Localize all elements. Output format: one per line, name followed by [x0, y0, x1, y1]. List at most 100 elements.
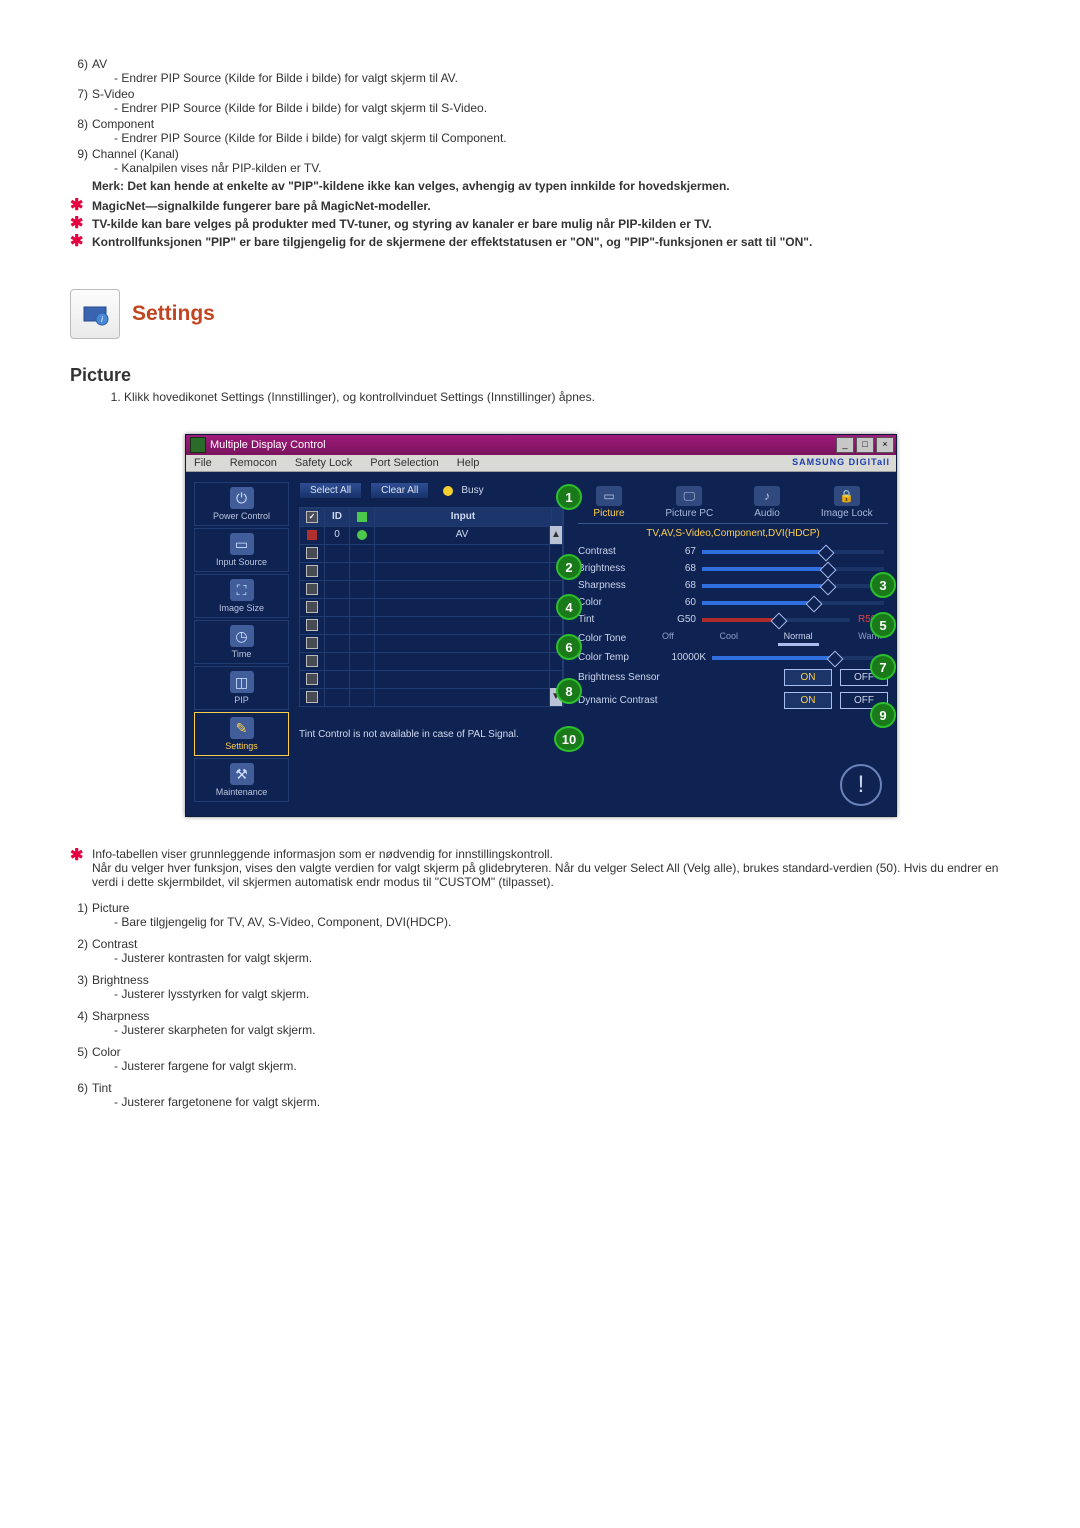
- sidebar-item-power[interactable]: ⏻ Power Control: [194, 482, 289, 526]
- item-label: Brightness: [92, 973, 149, 987]
- merk-note: Merk: Det kan hende at enkelte av "PIP"-…: [92, 179, 1010, 193]
- list-item: 4) Sharpness - Justerer skarpheten for v…: [70, 1009, 1010, 1037]
- scrollbar[interactable]: [552, 508, 563, 527]
- center-panel: Select All Clear All Busy ✓ ID Input: [289, 482, 574, 802]
- ct-normal[interactable]: Normal: [778, 631, 819, 646]
- star-note: ✱ TV-kilde kan bare velges på produkter …: [92, 217, 1010, 231]
- tint-slider[interactable]: [702, 618, 850, 622]
- dcontrast-on-button[interactable]: ON: [784, 692, 832, 709]
- row-check[interactable]: [300, 652, 325, 671]
- maximize-button[interactable]: □: [856, 437, 874, 453]
- tab-audio[interactable]: ♪ Audio: [754, 486, 780, 519]
- item-label: AV: [92, 57, 107, 71]
- row-check[interactable]: [300, 544, 325, 563]
- row-label: Color Temp: [578, 652, 656, 663]
- close-button[interactable]: ×: [876, 437, 894, 453]
- item-desc: - Kanalpilen vises når PIP-kilden er TV.: [114, 161, 1010, 175]
- row-id: 0: [325, 526, 350, 545]
- row-label: Tint: [578, 614, 656, 625]
- item-label: Picture: [92, 901, 129, 915]
- menu-remocon[interactable]: Remocon: [230, 457, 277, 469]
- lock-icon: 🔒: [834, 486, 860, 506]
- sidebar-item-input-source[interactable]: ▭ Input Source: [194, 528, 289, 572]
- row-value: 10000K: [656, 652, 712, 663]
- window-titlebar[interactable]: Multiple Display Control _ □ ×: [186, 435, 896, 455]
- item-label: Color: [92, 1045, 121, 1059]
- row-check[interactable]: [300, 562, 325, 581]
- section-header: i Settings: [70, 289, 1010, 339]
- callout-6: 6: [556, 634, 582, 660]
- row-value: 68: [656, 563, 702, 574]
- item-desc: - Justerer kontrasten for valgt skjerm.: [114, 951, 1010, 965]
- col-check: ✓: [300, 508, 325, 527]
- sidebar-item-image-size[interactable]: ⛶ Image Size: [194, 574, 289, 618]
- sidebar-item-settings[interactable]: ✎ Settings: [194, 712, 289, 756]
- ct-cool[interactable]: Cool: [713, 631, 744, 646]
- row-check[interactable]: [300, 634, 325, 653]
- sidebar-item-pip[interactable]: ◫ PIP: [194, 666, 289, 710]
- scroll-up-icon[interactable]: ▲: [550, 526, 563, 545]
- menu-safety-lock[interactable]: Safety Lock: [295, 457, 352, 469]
- callout-4: 4: [556, 594, 582, 620]
- star-icon: ✱: [70, 217, 83, 231]
- contrast-slider[interactable]: [702, 550, 884, 554]
- row-check[interactable]: [300, 580, 325, 599]
- item-desc: - Justerer fargene for valgt skjerm.: [114, 1059, 1010, 1073]
- tab-image-lock[interactable]: 🔒 Image Lock: [821, 486, 873, 519]
- col-input: Input: [375, 508, 552, 527]
- row-label: Color Tone: [578, 633, 656, 644]
- row-brightness: Brightness 68: [578, 560, 888, 577]
- menu-port-selection[interactable]: Port Selection: [370, 457, 438, 469]
- list-item: 2) Contrast - Justerer kontrasten for va…: [70, 937, 1010, 965]
- row-label: Brightness: [578, 563, 656, 574]
- ct-off[interactable]: Off: [656, 631, 680, 646]
- color-tone-options[interactable]: Off Cool Normal Warm: [656, 631, 888, 646]
- item-num: 9): [70, 147, 92, 161]
- item-num: 6): [70, 1081, 92, 1095]
- clear-all-button[interactable]: Clear All: [370, 482, 429, 499]
- sidebar-item-time[interactable]: ◷ Time: [194, 620, 289, 664]
- item-desc: - Endrer PIP Source (Kilde for Bilde i b…: [114, 131, 1010, 145]
- select-all-button[interactable]: Select All: [299, 482, 362, 499]
- menu-help[interactable]: Help: [457, 457, 480, 469]
- row-check[interactable]: [300, 526, 325, 545]
- sidebar: ⏻ Power Control ▭ Input Source ⛶ Image S…: [194, 482, 289, 802]
- image-size-icon: ⛶: [230, 579, 254, 601]
- warning-icon: !: [840, 764, 882, 806]
- col-status: [350, 508, 375, 527]
- row-value: 67: [656, 546, 702, 557]
- tab-picture[interactable]: ▭ Picture: [593, 486, 624, 519]
- sidebar-item-label: Maintenance: [216, 787, 268, 797]
- row-check[interactable]: [300, 670, 325, 689]
- item-num: 6): [70, 57, 92, 71]
- bottom-list: 1) Picture - Bare tilgjengelig for TV, A…: [70, 901, 1010, 1109]
- list-item: 3) Brightness - Justerer lysstyrken for …: [70, 973, 1010, 1001]
- clock-icon: ◷: [230, 625, 254, 647]
- row-check[interactable]: [300, 688, 325, 707]
- row-check[interactable]: [300, 616, 325, 635]
- sidebar-item-label: PIP: [234, 695, 249, 705]
- tab-label: Image Lock: [821, 508, 873, 519]
- subsection-title: Picture: [70, 365, 1010, 386]
- bsensor-on-button[interactable]: ON: [784, 669, 832, 686]
- sharpness-slider[interactable]: [702, 584, 884, 588]
- window-title: Multiple Display Control: [210, 439, 326, 451]
- minimize-button[interactable]: _: [836, 437, 854, 453]
- item-num: 5): [70, 1045, 92, 1059]
- pip-icon: ◫: [230, 671, 254, 693]
- color-temp-slider[interactable]: [712, 656, 884, 660]
- row-label: Contrast: [578, 546, 656, 557]
- col-id: ID: [325, 508, 350, 527]
- callout-1: 1: [556, 484, 582, 510]
- row-color: Color 60: [578, 594, 888, 611]
- sidebar-item-maintenance[interactable]: ⚒ Maintenance: [194, 758, 289, 802]
- row-check[interactable]: [300, 598, 325, 617]
- callout-9: 9: [870, 702, 896, 728]
- tab-label: Picture: [593, 508, 624, 519]
- brightness-slider[interactable]: [702, 567, 884, 571]
- color-slider[interactable]: [702, 601, 884, 605]
- star-icon: ✱: [70, 199, 83, 213]
- star-icon: ✱: [70, 235, 83, 249]
- menu-file[interactable]: File: [194, 457, 212, 469]
- tab-picture-pc[interactable]: 🖵 Picture PC: [665, 486, 713, 519]
